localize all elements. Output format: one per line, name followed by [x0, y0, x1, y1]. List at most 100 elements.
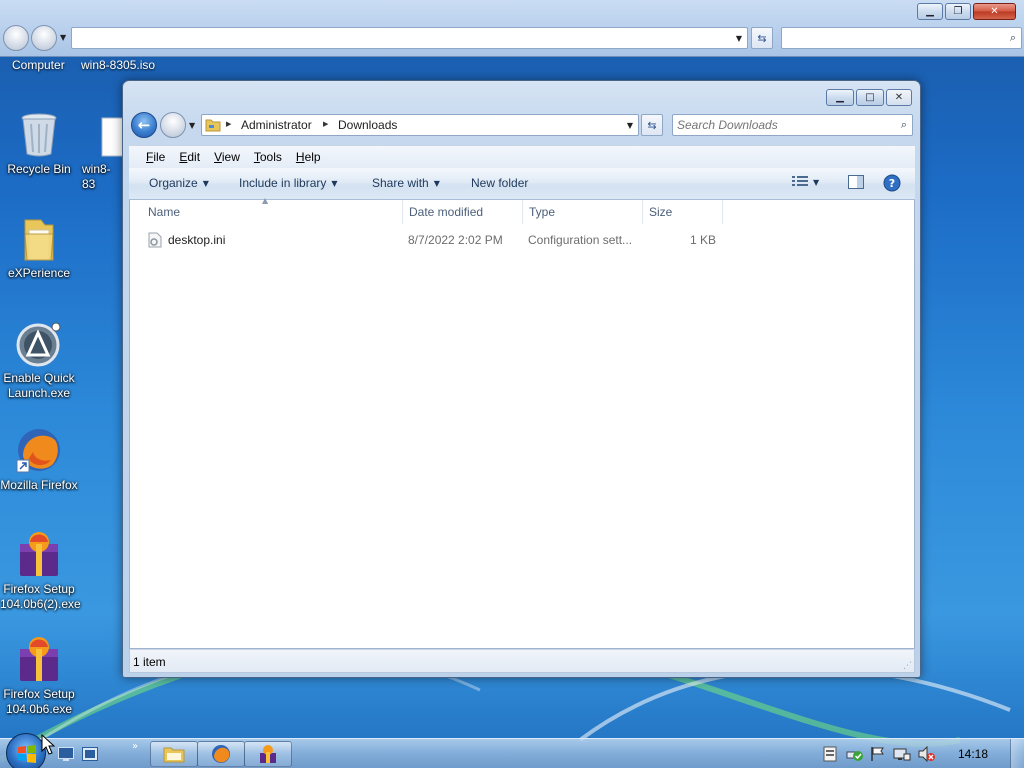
taskbar-installer-button[interactable]	[244, 741, 292, 767]
taskbar: » 14:18	[0, 733, 1024, 768]
svg-text:?: ?	[889, 177, 895, 190]
search-box[interactable]: ⌕	[672, 114, 913, 136]
display-icon[interactable]	[893, 746, 911, 762]
status-bar: 1 item ⋰	[129, 649, 915, 673]
close-button[interactable]: ✕	[973, 3, 1016, 20]
column-header-date-modified[interactable]: Date modified	[403, 200, 523, 224]
preview-pane-icon	[848, 175, 864, 189]
flag-icon[interactable]	[870, 746, 886, 762]
column-header-name[interactable]: Name ▲	[142, 196, 403, 224]
share-with-button[interactable]: Share with ▼	[372, 176, 440, 190]
desktop-icon-recycle-bin[interactable]: Recycle Bin	[0, 112, 78, 177]
recent-pages-arrow-icon[interactable]: ▼	[189, 121, 195, 130]
restore-button[interactable]: ❐	[945, 3, 971, 20]
desktop-icon-label: eXPerience	[7, 266, 71, 280]
switch-windows-icon[interactable]	[82, 747, 98, 761]
desktop-icon-firefox-setup-2[interactable]: Firefox Setup 104.0b6(2).exe	[0, 530, 81, 612]
chevron-down-icon[interactable]: ▼	[736, 34, 742, 43]
background-window-caption-buttons: ▁ ❐ ✕	[917, 3, 1016, 20]
background-window: ▁ ❐ ✕ ▼ ▼ ⇆ ⌕	[0, 0, 1024, 57]
menu-file[interactable]: File	[141, 148, 170, 166]
close-button[interactable]: ✕	[886, 89, 912, 106]
back-button[interactable]: ←	[131, 112, 157, 138]
help-icon: ?	[883, 174, 901, 192]
column-header-type[interactable]: Type	[523, 200, 643, 224]
address-bar[interactable]: ▶ Administrator ▶ Downloads ▼	[201, 114, 639, 136]
search-input[interactable]	[677, 117, 887, 133]
mouse-cursor-icon	[41, 734, 55, 755]
arrow-left-icon: ←	[137, 116, 151, 134]
share-with-label: Share with	[372, 176, 429, 190]
refresh-button[interactable]: ⇆	[641, 114, 663, 136]
chevron-down-icon[interactable]: ▼	[627, 121, 633, 130]
action-center-icon[interactable]	[823, 746, 837, 762]
explorer-icon	[163, 747, 185, 763]
file-list-pane: Name ▲ Date modified Type Size desktop.i…	[129, 196, 915, 649]
breadcrumb-separator-icon[interactable]: ▶	[226, 120, 231, 128]
breadcrumb-administrator[interactable]: Administrator	[241, 118, 312, 132]
file-row-desktop-ini[interactable]: desktop.ini 8/7/2022 2:02 PM Configurati…	[140, 229, 720, 251]
back-button[interactable]	[3, 25, 29, 51]
desktop-icon-mozilla-firefox[interactable]: Mozilla Firefox	[0, 426, 78, 493]
desktop-icon-firefox-setup[interactable]: Firefox Setup 104.0b6.exe	[0, 635, 78, 717]
minimize-button[interactable]: ▁	[917, 3, 943, 20]
menu-tools[interactable]: Tools	[249, 148, 287, 166]
organize-button[interactable]: Organize ▼	[149, 176, 209, 190]
background-breadcrumb-iso[interactable]: win8-8305.iso	[81, 58, 155, 72]
explorer-window: ▁ □ ✕ ← ▼ ▶ Administrator ▶ Downloads ▼ …	[122, 80, 921, 678]
organize-label: Organize	[149, 176, 198, 190]
column-header-size[interactable]: Size	[643, 200, 723, 224]
change-view-button[interactable]: ▼	[792, 175, 819, 189]
menu-help[interactable]: Help	[291, 148, 326, 166]
column-header-name-label: Name	[148, 205, 181, 219]
forward-button[interactable]	[31, 25, 57, 51]
forward-button[interactable]	[160, 112, 186, 138]
help-button[interactable]: ?	[883, 174, 901, 195]
include-in-library-button[interactable]: Include in library ▼	[239, 176, 338, 190]
show-desktop-quicklaunch-icon[interactable]	[58, 747, 74, 761]
maximize-button[interactable]: □	[856, 89, 884, 106]
desktop-icon-label: Recycle Bin	[7, 162, 71, 176]
new-folder-button[interactable]: New folder	[471, 176, 528, 190]
search-icon[interactable]: ⌕	[901, 118, 907, 132]
volume-muted-icon[interactable]	[918, 746, 936, 762]
menu-view[interactable]: View	[209, 148, 245, 166]
desktop-icon-win8-iso[interactable]: win8-83	[78, 112, 122, 192]
network-icon[interactable]	[846, 746, 864, 762]
preview-pane-button[interactable]	[848, 175, 864, 192]
menu-edit[interactable]: Edit	[174, 148, 205, 166]
window-caption-buttons: ▁ □ ✕	[826, 89, 912, 106]
installer-icon	[20, 532, 58, 576]
windows-logo-icon	[18, 745, 36, 763]
taskbar-clock[interactable]: 14:18	[958, 747, 988, 761]
resize-grip-icon[interactable]: ⋰	[903, 661, 912, 671]
chevron-down-icon: ▼	[202, 179, 209, 188]
address-bar[interactable]: ▼	[71, 27, 748, 49]
quicklaunch-overflow-icon[interactable]: »	[132, 741, 138, 752]
desktop-icon-enable-quick-launch[interactable]: Enable Quick Launch.exe	[0, 321, 78, 401]
search-input[interactable]: ⌕	[781, 27, 1022, 49]
chevron-down-icon: ▼	[813, 178, 820, 187]
background-breadcrumb-computer[interactable]: Computer	[12, 58, 65, 72]
file-size: 1 KB	[690, 233, 717, 247]
view-list-icon	[792, 176, 808, 186]
breadcrumb-downloads[interactable]: Downloads	[338, 118, 397, 132]
search-icon[interactable]: ⌕	[1010, 31, 1016, 45]
start-button[interactable]	[6, 733, 46, 768]
firefox-icon	[212, 745, 230, 763]
show-desktop-button[interactable]	[1010, 739, 1024, 768]
file-name: desktop.ini	[168, 233, 226, 247]
chevron-down-icon: ▼	[433, 179, 440, 188]
desktop-icon-experience[interactable]: eXPerience	[0, 216, 78, 281]
breadcrumb-separator-icon[interactable]: ▶	[323, 120, 328, 128]
refresh-button[interactable]: ⇆	[751, 27, 773, 49]
quick-launch-icon	[16, 322, 61, 367]
desktop-icon-label: Firefox Setup 104.0b6(2).exe	[0, 582, 81, 611]
recent-pages-arrow-icon[interactable]: ▼	[60, 33, 66, 42]
taskbar-explorer-button[interactable]	[150, 741, 198, 767]
taskbar-firefox-button[interactable]	[197, 741, 245, 767]
include-in-library-label: Include in library	[239, 176, 327, 190]
desktop-icon-label: Firefox Setup 104.0b6.exe	[3, 687, 75, 716]
installer-icon	[20, 637, 58, 681]
minimize-button[interactable]: ▁	[826, 89, 854, 106]
